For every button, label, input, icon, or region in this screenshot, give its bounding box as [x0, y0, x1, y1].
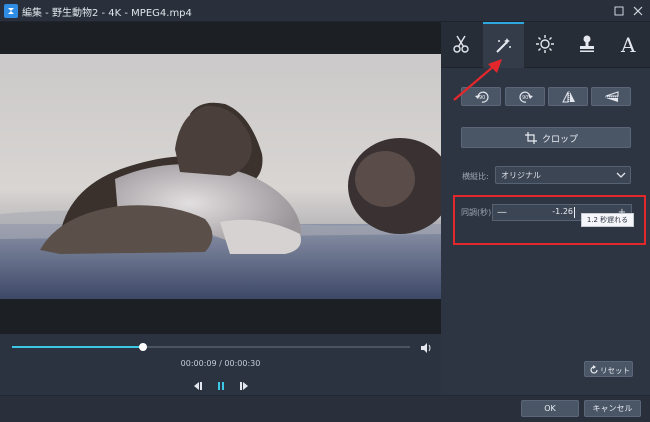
scissors-icon — [453, 35, 469, 53]
progress-fill — [12, 346, 144, 348]
video-preview — [0, 54, 441, 299]
crop-icon — [525, 132, 537, 144]
brightness-icon — [536, 35, 554, 53]
cancel-button[interactable]: キャンセル — [584, 400, 641, 417]
flip-vertical-button[interactable] — [591, 87, 631, 106]
chevron-down-icon — [616, 172, 626, 178]
sync-decrease-button[interactable]: — — [496, 205, 508, 220]
pause-button[interactable] — [214, 378, 228, 392]
aspect-ratio-label: 横縦比: — [462, 172, 489, 181]
svg-text:90: 90 — [522, 95, 528, 101]
window-title: 編集 - 野生動物2 - 4K - MPEG4.mp4 — [22, 8, 192, 19]
aspect-ratio-value: オリジナル — [501, 171, 541, 180]
maximize-button[interactable] — [611, 3, 627, 19]
text-caret — [574, 207, 575, 218]
reset-icon — [590, 365, 598, 374]
flip-vertical-icon — [605, 91, 619, 102]
sync-value[interactable]: -1.26 — [549, 207, 573, 216]
next-frame-button[interactable] — [238, 378, 252, 392]
close-button[interactable] — [630, 3, 646, 19]
reset-label: リセット — [600, 366, 630, 375]
previous-frame-button[interactable] — [190, 378, 204, 392]
progress-slider[interactable] — [12, 343, 410, 351]
volume-icon[interactable] — [419, 340, 433, 354]
playback-controls — [190, 378, 252, 392]
rotate-right-90-icon: 90 — [519, 91, 533, 103]
stamp-icon — [580, 35, 594, 52]
app-icon — [4, 4, 18, 18]
crop-button[interactable]: クロップ — [461, 127, 631, 148]
editor-window: 編集 - 野生動物2 - 4K - MPEG4.mp4 00:00:09 / 0… — [0, 0, 650, 422]
flip-horizontal-button[interactable] — [548, 87, 588, 106]
tab-watermark[interactable] — [567, 22, 608, 68]
reset-button[interactable]: リセット — [584, 361, 633, 377]
sync-tooltip: 1.2 秒遅れる — [581, 213, 634, 227]
aspect-ratio-select[interactable]: オリジナル — [495, 166, 631, 184]
tab-text[interactable]: A — [609, 22, 650, 68]
crop-label: クロップ — [542, 135, 579, 145]
rotate-right-button[interactable]: 90 — [505, 87, 545, 106]
annotation-arrow-icon — [453, 59, 502, 101]
letterbox-bottom — [0, 299, 441, 334]
letterbox-top — [0, 22, 441, 54]
tab-adjust[interactable] — [525, 22, 566, 68]
text-icon: A — [620, 34, 636, 54]
flip-horizontal-icon — [562, 91, 575, 103]
title-bar: 編集 - 野生動物2 - 4K - MPEG4.mp4 — [0, 0, 650, 22]
ok-button[interactable]: OK — [521, 400, 579, 417]
svg-text:A: A — [620, 34, 636, 54]
timecode: 00:00:09 / 00:00:30 — [180, 359, 261, 368]
sync-label: 同調(秒): — [461, 208, 494, 217]
magic-wand-icon — [496, 38, 511, 53]
